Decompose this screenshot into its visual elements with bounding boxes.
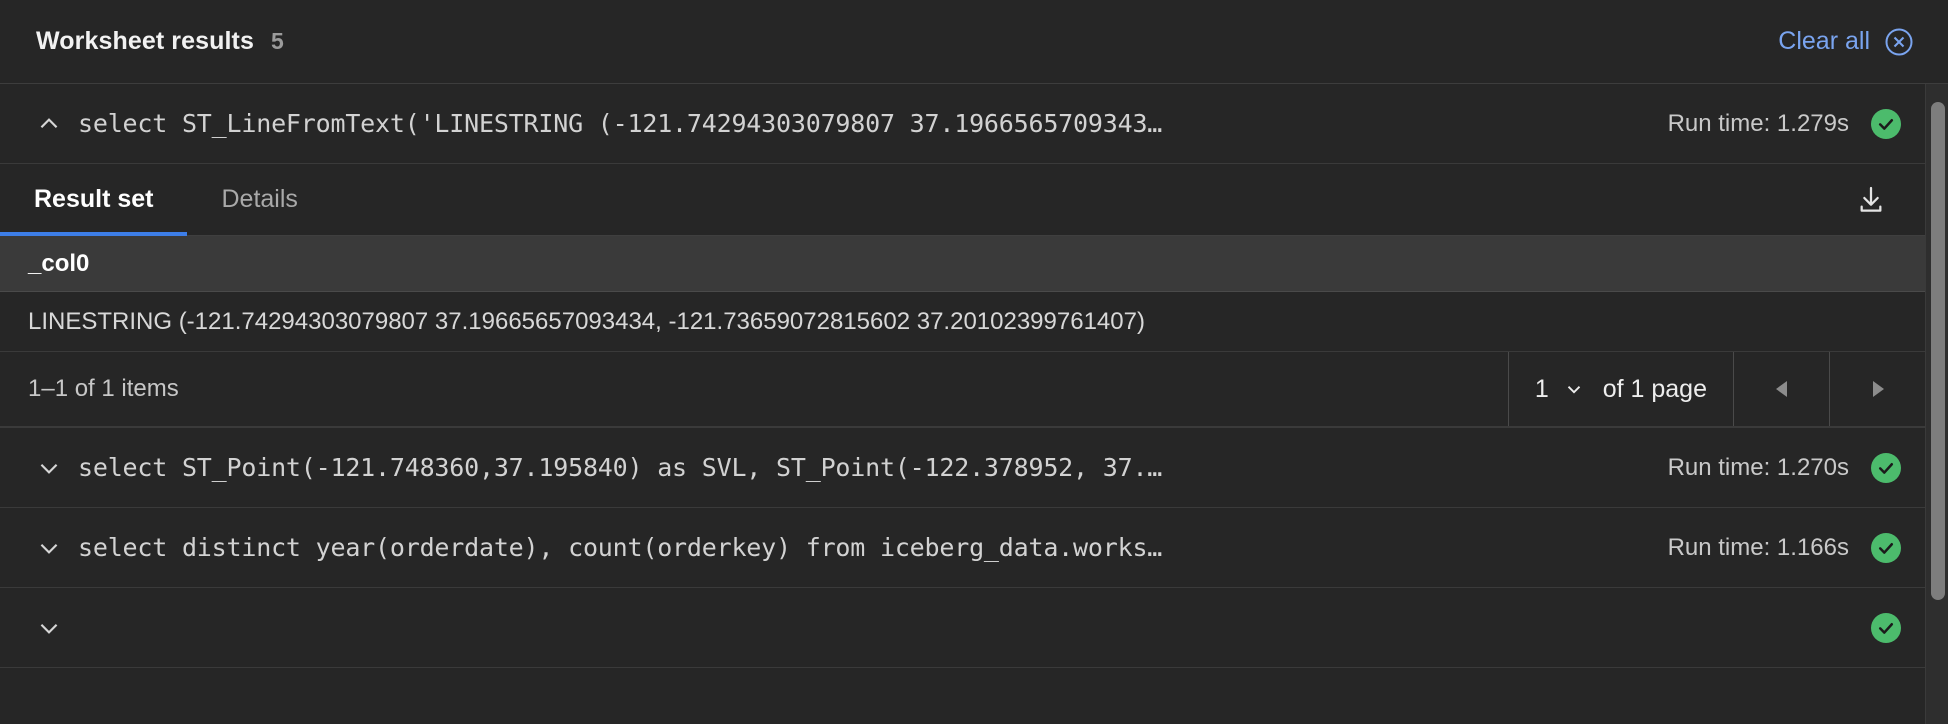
close-circle-icon bbox=[1884, 27, 1914, 57]
status-success-icon bbox=[1871, 452, 1901, 483]
triangle-right-icon bbox=[1868, 378, 1888, 400]
vertical-scrollbar-thumb[interactable] bbox=[1931, 102, 1945, 600]
pagination-of-pages-label: of 1 page bbox=[1602, 374, 1707, 403]
chevron-down-icon[interactable] bbox=[26, 615, 72, 641]
pagination-next-button[interactable] bbox=[1829, 352, 1925, 426]
run-time-label: Run time: 1.270s bbox=[1667, 453, 1849, 481]
vertical-scrollbar[interactable] bbox=[1925, 84, 1948, 724]
result-detail-panel: Result set Details _col0 LINESTRING (-12… bbox=[0, 164, 1925, 428]
query-text: select ST_LineFromText('LINESTRING (-121… bbox=[78, 109, 1163, 138]
pagination-page-block: 1 of 1 page bbox=[1507, 352, 1733, 426]
run-time-label: Run time: 1.166s bbox=[1667, 533, 1849, 561]
results-scroll-area: select ST_LineFromText('LINESTRING (-121… bbox=[0, 84, 1948, 724]
results-count-badge: 5 bbox=[270, 28, 284, 54]
triangle-left-icon bbox=[1772, 378, 1792, 400]
chevron-down-icon bbox=[1563, 378, 1585, 400]
query-result-row[interactable]: select ST_Point(-121.748360,37.195840) a… bbox=[0, 428, 1925, 508]
page-select[interactable]: 1 bbox=[1535, 375, 1585, 404]
clear-all-label: Clear all bbox=[1778, 27, 1870, 55]
pagination-items-label: 1–1 of 1 items bbox=[28, 375, 179, 402]
pagination-prev-button[interactable] bbox=[1733, 352, 1829, 426]
clear-all-button[interactable]: Clear all bbox=[1778, 27, 1920, 57]
chevron-down-icon[interactable] bbox=[26, 455, 72, 481]
column-header: _col0 bbox=[28, 249, 90, 277]
status-success-icon bbox=[1871, 532, 1901, 563]
page-select-value: 1 bbox=[1534, 374, 1549, 403]
query-result-row[interactable] bbox=[0, 588, 1925, 668]
status-success-icon bbox=[1871, 108, 1901, 139]
page-title: Worksheet results bbox=[36, 27, 254, 55]
chevron-down-icon[interactable] bbox=[26, 535, 72, 561]
panel-header: Worksheet results 5 Clear all bbox=[0, 0, 1948, 84]
result-tabs-bar: Result set Details bbox=[0, 164, 1925, 236]
table-cell: LINESTRING (-121.74294303079807 37.19665… bbox=[28, 307, 1145, 335]
query-text: select distinct year(orderdate), count(o… bbox=[78, 533, 1163, 562]
result-tabs: Result set Details bbox=[0, 164, 332, 236]
worksheet-results-panel: Worksheet results 5 Clear all select ST_… bbox=[0, 0, 1948, 724]
download-icon bbox=[1855, 184, 1887, 216]
query-text: select ST_Point(-121.748360,37.195840) a… bbox=[78, 453, 1163, 482]
status-success-icon bbox=[1871, 612, 1901, 643]
tab-details[interactable]: Details bbox=[187, 164, 331, 235]
query-result-row[interactable]: select distinct year(orderdate), count(o… bbox=[0, 508, 1925, 588]
query-result-row[interactable]: select ST_LineFromText('LINESTRING (-121… bbox=[0, 84, 1925, 164]
result-table-header: _col0 bbox=[0, 236, 1925, 292]
chevron-up-icon[interactable] bbox=[26, 111, 72, 137]
results-list: select ST_LineFromText('LINESTRING (-121… bbox=[0, 84, 1925, 668]
table-row: LINESTRING (-121.74294303079807 37.19665… bbox=[0, 292, 1925, 352]
download-button[interactable] bbox=[1847, 176, 1895, 224]
run-time-label: Run time: 1.279s bbox=[1667, 109, 1849, 137]
tab-result-set[interactable]: Result set bbox=[0, 164, 188, 236]
pagination-bar: 1–1 of 1 items 1 of 1 page bbox=[0, 352, 1925, 427]
